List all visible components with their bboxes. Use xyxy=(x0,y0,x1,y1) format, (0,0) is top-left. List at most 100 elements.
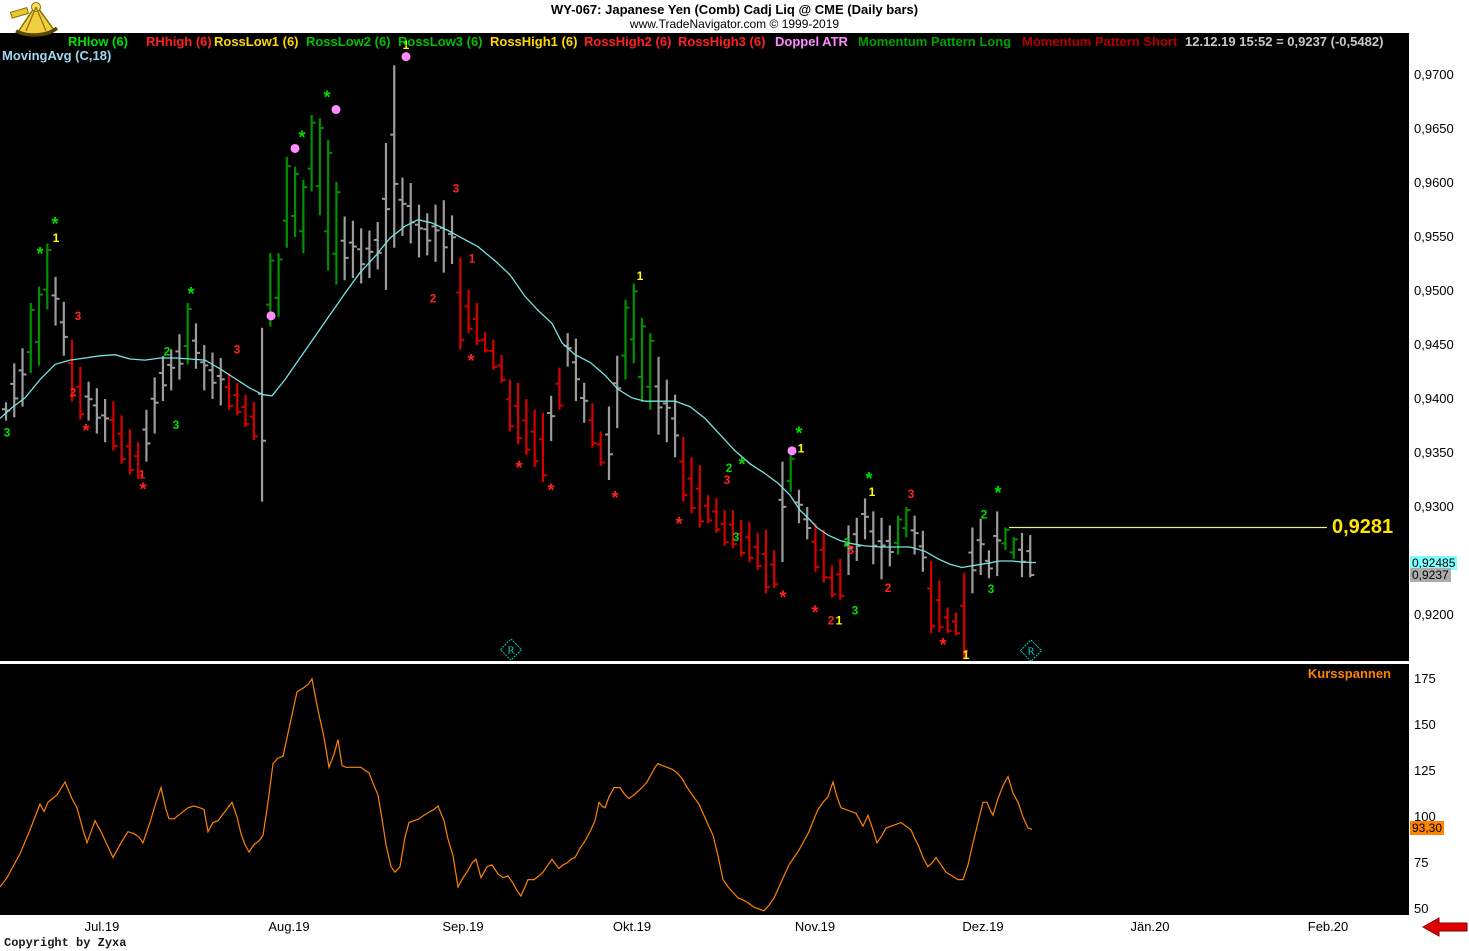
price-bar xyxy=(415,205,423,258)
price-bar xyxy=(1026,535,1034,577)
price-bar xyxy=(2,402,10,420)
indicator-name-label[interactable]: Kursspannen xyxy=(1308,666,1391,681)
pattern-marker: 2 xyxy=(70,386,77,400)
price-bar xyxy=(407,183,415,243)
price-bar xyxy=(440,200,448,272)
pattern-marker: 3 xyxy=(848,543,855,557)
price-axis-label: 0,9700 xyxy=(1414,67,1454,82)
price-bar xyxy=(332,182,340,285)
legend-item[interactable]: RossLow1 (6) xyxy=(214,34,299,49)
price-bar xyxy=(10,363,18,417)
price-bar xyxy=(671,395,679,458)
pattern-marker: 3 xyxy=(852,604,859,618)
price-bar xyxy=(555,368,563,410)
month-label: Dez.19 xyxy=(943,919,1023,934)
price-bar xyxy=(192,323,200,368)
price-bar xyxy=(299,180,307,253)
price-bar xyxy=(432,205,440,262)
month-label: Jän.20 xyxy=(1110,919,1190,934)
pattern-marker: 3 xyxy=(234,342,241,356)
price-bar xyxy=(547,396,555,441)
price-bar xyxy=(688,457,696,513)
legend-item[interactable]: RossHigh1 (6) xyxy=(490,34,577,49)
price-bar xyxy=(935,580,943,632)
price-bar xyxy=(184,303,192,365)
legend-item[interactable]: RHhigh (6) xyxy=(146,34,212,49)
price-bar xyxy=(382,143,390,290)
pattern-marker: 2 xyxy=(164,344,171,358)
price-bar xyxy=(27,303,35,373)
price-bar xyxy=(696,465,704,528)
legend-item[interactable]: RossHigh3 (6) xyxy=(678,34,765,49)
price-bar xyxy=(109,401,117,451)
legend-item-movingavg[interactable]: MovingAvg (C,18) xyxy=(2,48,111,63)
price-bar xyxy=(465,290,473,333)
price-bar xyxy=(861,498,869,539)
pattern-marker: * xyxy=(738,455,745,475)
legend-item[interactable]: RossLow3 (6) xyxy=(398,34,483,49)
indicator-axis-label: 125 xyxy=(1414,763,1436,778)
price-bar xyxy=(522,399,530,455)
kursspannen-canvas[interactable] xyxy=(0,664,1409,915)
price-bar xyxy=(324,140,332,271)
price-bar xyxy=(770,550,778,588)
month-label: Aug.19 xyxy=(249,919,329,934)
legend-item[interactable]: 12.12.19 15:52 = 0,9237 (-0,5482) xyxy=(1185,34,1383,49)
indicator-axis-label: 75 xyxy=(1414,855,1428,870)
exhaustion-dot-icon xyxy=(332,105,341,114)
price-axis-label: 0,9200 xyxy=(1414,607,1454,622)
scroll-left-arrow-icon[interactable] xyxy=(1421,916,1469,938)
price-bar xyxy=(712,498,720,533)
price-bar xyxy=(646,333,654,410)
exhaustion-dot-icon xyxy=(267,311,276,320)
price-bar xyxy=(398,178,406,236)
price-bar xyxy=(580,383,588,423)
price-bar xyxy=(762,530,770,594)
pattern-marker: 3 xyxy=(453,181,460,195)
pattern-marker: * xyxy=(779,588,786,608)
price-bar xyxy=(250,402,258,440)
legend-item[interactable]: RHlow (6) xyxy=(68,34,128,49)
legend-item[interactable]: RossHigh2 (6) xyxy=(584,34,671,49)
pattern-marker: * xyxy=(82,421,89,441)
pattern-marker: 3 xyxy=(733,530,740,544)
pattern-marker: 2 xyxy=(430,292,437,306)
legend-item[interactable]: RossLow2 (6) xyxy=(306,34,391,49)
target-price-label: 0,9281 xyxy=(1332,516,1393,539)
pattern-marker: 1 xyxy=(53,231,60,245)
price-bar xyxy=(374,222,382,270)
ross-hook-icon: R xyxy=(500,639,521,660)
pattern-marker: * xyxy=(323,88,330,108)
price-bar xyxy=(93,388,101,433)
price-bar xyxy=(242,395,250,427)
svg-text:R: R xyxy=(1027,646,1035,658)
svg-text:R: R xyxy=(507,645,515,657)
price-bar xyxy=(1001,528,1009,551)
price-chart-panel[interactable]: RHlow (6) RHhigh (6)RossLow1 (6) RossLow2 … xyxy=(0,33,1409,661)
legend-item[interactable]: Doppel ATR xyxy=(775,34,848,49)
price-bar xyxy=(622,300,630,380)
title-strip: WY-067: Japanese Yen (Comb) Cadj Liq @ C… xyxy=(0,0,1469,33)
pattern-marker: * xyxy=(795,423,802,443)
price-bar xyxy=(35,287,43,366)
pattern-marker: * xyxy=(187,284,194,304)
price-bar xyxy=(448,215,456,264)
price-bar xyxy=(605,407,613,480)
pattern-marker: 2 xyxy=(885,581,892,595)
pattern-marker: 3 xyxy=(75,309,82,323)
price-bar xyxy=(175,334,183,379)
kursspannen-panel[interactable]: Kursspannen xyxy=(0,664,1409,915)
price-bar xyxy=(655,357,663,435)
price-bar xyxy=(531,410,539,467)
legend-item[interactable]: Momentum Pattern Long xyxy=(858,34,1011,49)
price-bar xyxy=(993,511,1001,576)
price-bar xyxy=(836,559,844,600)
legend-item[interactable]: Momentum Pattern Short xyxy=(1022,34,1177,49)
price-bar xyxy=(803,507,811,539)
price-bar xyxy=(704,495,712,523)
price-bar xyxy=(118,415,126,464)
price-bar xyxy=(101,399,109,442)
price-chart-canvas[interactable]: 3**132*1*23*3**1231****1*23*3**1*21233*1… xyxy=(0,33,1409,661)
price-bar xyxy=(142,410,150,462)
price-bar xyxy=(390,65,398,248)
